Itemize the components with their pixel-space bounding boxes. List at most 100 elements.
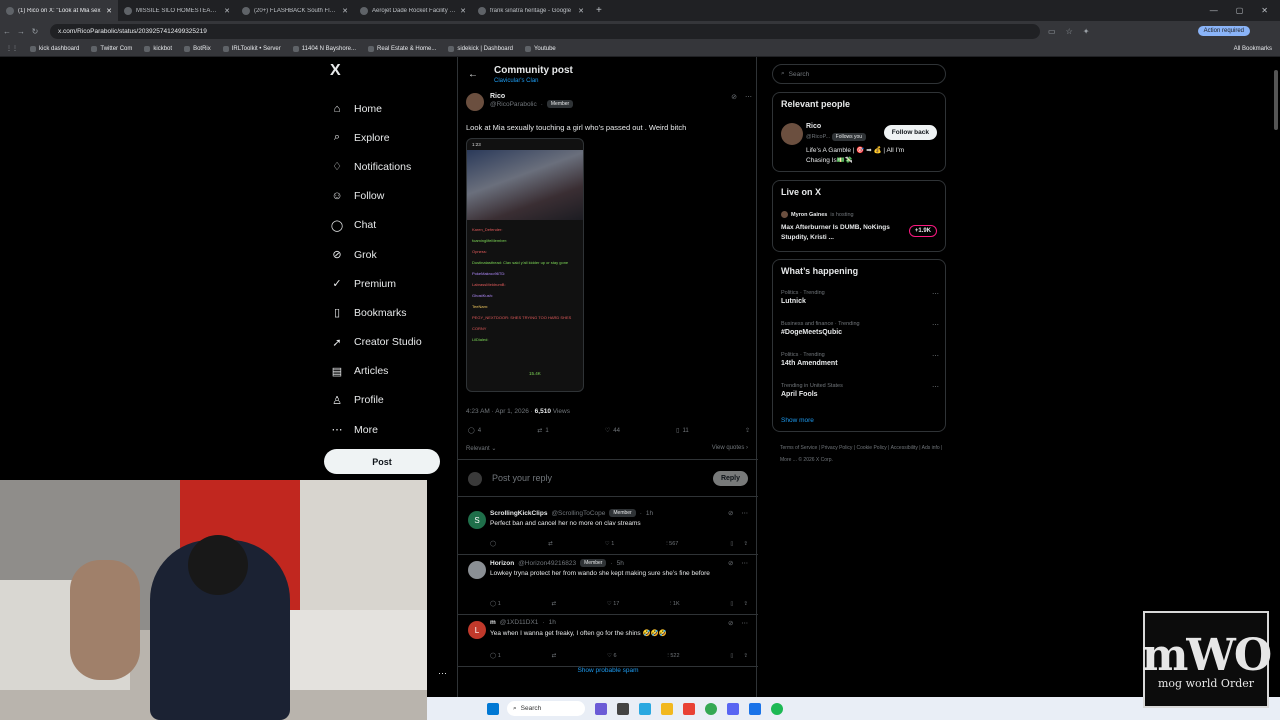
comment-author-name[interactable]: ScrollingKickClips <box>490 510 547 517</box>
reload-icon[interactable]: ↻ <box>28 27 42 36</box>
reply-button[interactable]: Reply <box>712 471 748 486</box>
bookmark-item[interactable]: sidekick | Dashboard <box>448 45 513 52</box>
comment-time[interactable]: 5h <box>617 560 624 567</box>
trend-item[interactable]: Politics · Trending Lutnick ⋯ <box>781 290 939 305</box>
nav-item-profile[interactable]: ♙ Profile <box>324 386 454 415</box>
grok-icon[interactable]: ⊘ <box>728 509 733 517</box>
bookmark-item[interactable]: Real Estate & Home... <box>368 45 436 52</box>
repost-action[interactable]: ⇄ 1 <box>537 427 548 435</box>
more-options-icon[interactable]: ⋯ <box>932 383 939 391</box>
community-link[interactable]: Clavicular's Clan <box>494 78 539 84</box>
nav-item-articles[interactable]: ▤ Articles <box>324 357 454 386</box>
avatar[interactable]: S <box>468 511 486 529</box>
avatar[interactable]: L <box>468 621 486 639</box>
grok-icon[interactable]: ⊘ <box>728 619 733 627</box>
repost-action[interactable]: ⇄ <box>551 601 556 608</box>
comment-time[interactable]: 1h <box>549 619 556 626</box>
post-author-name[interactable]: Rico <box>490 93 573 100</box>
reply-action[interactable]: ◯ 1 <box>490 653 501 660</box>
reply-action[interactable]: ◯ <box>490 541 496 548</box>
more-options-icon[interactable]: ⋯ <box>438 668 447 679</box>
more-options-icon[interactable]: ⋯ <box>742 559 749 567</box>
show-more-link[interactable]: Show more <box>781 417 814 424</box>
trend-item[interactable]: Trending in United States April Fools ⋯ <box>781 383 939 398</box>
windows-start-icon[interactable] <box>487 702 499 715</box>
trend-item[interactable]: Business and finance · Trending #DogeMeet… <box>781 321 939 336</box>
app-icon[interactable] <box>595 702 607 715</box>
bookmark-action[interactable]: ▯ 11 <box>676 427 689 435</box>
views-action[interactable]: ⫶ 567 <box>666 541 678 548</box>
heart-action[interactable]: ♡ 1 <box>605 541 615 548</box>
maximize-icon[interactable]: ▢ <box>1236 6 1244 15</box>
nav-item-explore[interactable]: ⌕ Explore <box>324 123 454 152</box>
app-icon[interactable] <box>639 702 651 715</box>
live-listeners-pill[interactable]: +1.9K <box>908 225 937 237</box>
apps-icon[interactable]: ⋮⋮ <box>6 45 18 52</box>
bookmark-icon[interactable]: ▯ <box>730 653 733 660</box>
post-author-handle[interactable]: @RicoParabolic <box>490 101 537 108</box>
app-icon[interactable] <box>683 702 695 715</box>
comment-author-name[interactable]: Horizon <box>490 560 514 567</box>
share-icon[interactable]: ⇪ <box>743 601 748 608</box>
address-bar[interactable]: x.com/RicoParabolic/status/2039257412499… <box>50 23 1040 39</box>
chrome-icon[interactable] <box>705 702 717 715</box>
nav-item-home[interactable]: ⌂ Home <box>324 94 454 123</box>
back-arrow-icon[interactable]: ← <box>468 69 478 80</box>
reply-input[interactable]: Post your reply <box>492 473 552 483</box>
forward-icon[interactable]: → <box>14 27 28 36</box>
nav-item-chat[interactable]: ◯ Chat <box>324 211 454 240</box>
repost-action[interactable]: ⇄ <box>548 541 553 548</box>
follow-back-button[interactable]: Follow back <box>883 125 937 140</box>
taskbar-search[interactable]: ⌕ Search <box>507 701 585 716</box>
nav-item-bookmarks[interactable]: ▯ Bookmarks <box>324 298 454 327</box>
comment-author-handle[interactable]: @1XD11DX1 <box>500 619 539 626</box>
grok-icon[interactable]: ⊘ <box>728 559 733 567</box>
file-explorer-icon[interactable] <box>661 702 673 715</box>
relevant-dropdown[interactable]: Relevant ⌄ <box>466 445 496 452</box>
bookmark-item[interactable]: kick dashboard <box>30 45 79 52</box>
avatar[interactable] <box>466 93 484 111</box>
more-options-icon[interactable]: ⋯ <box>742 619 749 627</box>
like-action[interactable]: ♡ 44 <box>605 427 620 435</box>
browser-tab[interactable]: (20+) FLASHBACK South Florid ✕ <box>236 0 354 21</box>
nav-item-more[interactable]: ⋯ More <box>324 415 454 444</box>
bookmark-item[interactable]: Twitter Com <box>91 45 132 52</box>
nav-item-follow[interactable]: ☺ Follow <box>324 182 454 211</box>
browser-tab[interactable]: frank sinatra heritage - Google ✕ <box>472 0 590 21</box>
cast-icon[interactable]: ▭ <box>1048 27 1056 36</box>
nav-item-notifications[interactable]: ♢ Notifications <box>324 152 454 181</box>
more-options-icon[interactable]: ⋯ <box>932 352 939 360</box>
tab-close-icon[interactable]: ✕ <box>460 7 466 15</box>
bookmark-item[interactable]: kickbot <box>144 45 172 52</box>
bookmark-item[interactable]: Youtube <box>524 45 556 52</box>
tab-close-icon[interactable]: ✕ <box>106 7 112 15</box>
footer-links[interactable]: Terms of Service | Privacy Policy | Cook… <box>780 442 945 466</box>
share-icon[interactable]: ⇪ <box>743 653 748 660</box>
new-tab-button[interactable]: + <box>590 5 608 16</box>
app-icon[interactable] <box>617 702 629 715</box>
close-window-icon[interactable]: ✕ <box>1261 6 1268 15</box>
bookmark-icon[interactable]: ▯ <box>730 541 733 548</box>
share-action[interactable]: ⇪ <box>745 427 750 434</box>
show-probable-spam-link[interactable]: Show probable spam <box>458 667 758 674</box>
heart-action[interactable]: ♡ 6 <box>607 653 617 660</box>
tab-close-icon[interactable]: ✕ <box>578 7 584 15</box>
tab-close-icon[interactable]: ✕ <box>342 7 348 15</box>
grok-icon[interactable]: ⊘ <box>731 93 737 101</box>
comment-author-handle[interactable]: @ScrollingToCope <box>551 510 605 517</box>
tab-close-icon[interactable]: ✕ <box>224 7 230 15</box>
browser-tab[interactable]: Aerojet Dade Rocket Facility | A ✕ <box>354 0 472 21</box>
minimize-icon[interactable]: — <box>1210 6 1218 15</box>
action-required-button[interactable]: Action required <box>1197 26 1250 36</box>
nav-item-creator-studio[interactable]: ➚ Creator Studio <box>324 328 454 357</box>
bookmark-icon[interactable]: ▯ <box>730 601 733 608</box>
browser-tab[interactable]: (1) Rico on X: "Look at Mia sex ✕ <box>0 0 118 21</box>
repost-action[interactable]: ⇄ <box>552 653 557 660</box>
all-bookmarks[interactable]: All Bookmarks <box>1234 46 1272 52</box>
bookmark-item[interactable]: IRLToolkit • Server <box>222 45 281 52</box>
nav-item-grok[interactable]: ⊘ Grok <box>324 240 454 269</box>
more-options-icon[interactable]: ⋯ <box>745 93 752 101</box>
more-options-icon[interactable]: ⋯ <box>742 509 749 517</box>
comment-time[interactable]: 1h <box>646 510 653 517</box>
post-media[interactable]: 1:23 Karen_Defender: foaminglifeMember: Op… <box>466 138 584 392</box>
